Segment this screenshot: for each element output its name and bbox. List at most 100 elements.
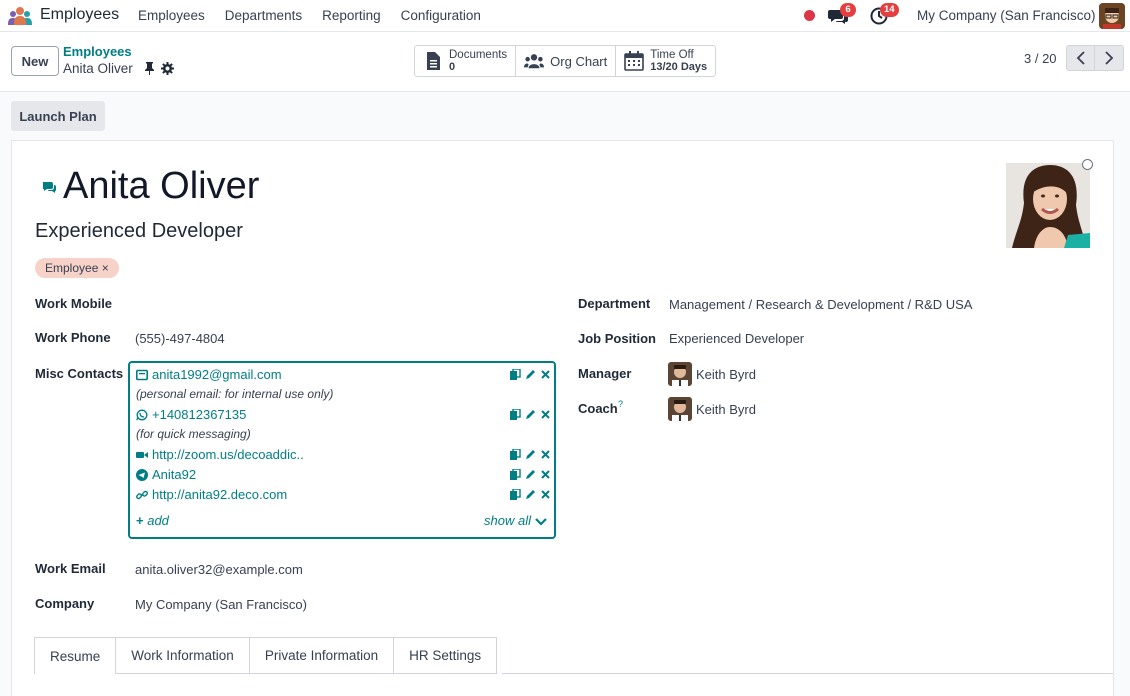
company-value[interactable]: My Company (San Francisco) xyxy=(135,597,307,612)
department-label: Department xyxy=(578,296,651,311)
document-icon xyxy=(427,52,440,70)
org-chart-label: Org Chart xyxy=(550,53,608,69)
link-icon xyxy=(136,490,148,499)
edit-pencil-icon[interactable] xyxy=(525,368,536,379)
copy-icon[interactable] xyxy=(510,368,521,380)
whatsapp-icon xyxy=(136,409,148,420)
coach-label: Coach xyxy=(578,401,618,416)
employee-name[interactable]: Anita Oliver xyxy=(63,165,259,208)
telegram-value[interactable]: Anita92 xyxy=(152,467,196,482)
chat-badge: 6 xyxy=(840,3,856,17)
plus-icon: + xyxy=(136,513,144,528)
tag-remove-icon[interactable]: × xyxy=(102,261,109,275)
remove-x-icon[interactable] xyxy=(540,488,551,499)
coach-help-icon[interactable]: ? xyxy=(618,399,623,409)
zoom-actions xyxy=(510,448,551,460)
time-off-label: Time Off xyxy=(650,49,694,61)
edit-pencil-icon[interactable] xyxy=(525,488,536,499)
tag-label: Employee xyxy=(45,261,99,275)
employee-tag[interactable]: Employee × xyxy=(35,258,119,278)
users-icon xyxy=(524,54,545,69)
email-value[interactable]: anita1992@gmail.com xyxy=(152,367,282,382)
chevron-left-icon xyxy=(1076,51,1085,65)
pager-value[interactable]: 3 / 20 xyxy=(1024,51,1057,66)
employee-photo[interactable] xyxy=(1006,163,1090,248)
email-icon xyxy=(136,369,148,380)
edit-pencil-icon[interactable] xyxy=(525,468,536,479)
job-position-value[interactable]: Experienced Developer xyxy=(669,331,804,346)
copy-icon[interactable] xyxy=(510,448,521,460)
contact-telegram[interactable]: Anita92 xyxy=(136,467,196,482)
pin-icon[interactable] xyxy=(144,62,155,75)
coach-avatar[interactable] xyxy=(668,397,692,421)
contact-whatsapp[interactable]: +140812367135 xyxy=(136,407,246,422)
launch-plan-button[interactable]: Launch Plan xyxy=(11,101,105,131)
contact-website[interactable]: http://anita92.deco.com xyxy=(136,487,287,502)
app-name[interactable]: Employees xyxy=(40,6,119,24)
work-phone-value[interactable]: (555)-497-4804 xyxy=(135,331,225,346)
contact-zoom[interactable]: http://zoom.us/decoaddic.. xyxy=(136,447,304,462)
breadcrumb-parent[interactable]: Employees xyxy=(63,44,132,59)
contact-email[interactable]: anita1992@gmail.com xyxy=(136,367,282,382)
org-chart-button[interactable]: Org Chart xyxy=(516,46,617,76)
form-tabs: Resume Work Information Private Informat… xyxy=(34,637,498,674)
remove-x-icon[interactable] xyxy=(540,468,551,479)
gear-icon[interactable] xyxy=(161,62,174,75)
new-button[interactable]: New xyxy=(11,46,59,76)
email-note: (personal email: for internal use only) xyxy=(136,387,334,401)
menu-reporting[interactable]: Reporting xyxy=(322,8,381,23)
tab-resume[interactable]: Resume xyxy=(34,637,117,674)
documents-button[interactable]: Documents 0 xyxy=(415,46,517,76)
tab-hr-settings[interactable]: HR Settings xyxy=(394,637,498,674)
tab-private-information[interactable]: Private Information xyxy=(249,637,395,674)
whatsapp-value[interactable]: +140812367135 xyxy=(152,407,246,422)
remove-x-icon[interactable] xyxy=(540,368,551,379)
job-title[interactable]: Experienced Developer xyxy=(35,220,243,243)
edit-pencil-icon[interactable] xyxy=(525,408,536,419)
company-switcher[interactable]: My Company (San Francisco) xyxy=(917,8,1096,23)
time-off-button[interactable]: Time Off 13/20 Days xyxy=(616,46,715,76)
job-position-label: Job Position xyxy=(578,331,656,346)
status-dot-icon[interactable] xyxy=(804,10,815,21)
chevron-down-icon xyxy=(534,517,547,526)
misc-contacts-widget: anita1992@gmail.com (personal email: for… xyxy=(128,361,556,539)
pager-buttons xyxy=(1066,45,1124,71)
copy-icon[interactable] xyxy=(510,408,521,420)
employees-app-icon[interactable] xyxy=(8,6,32,26)
pager-previous-button[interactable] xyxy=(1066,45,1095,71)
manager-value[interactable]: Keith Byrd xyxy=(696,367,756,382)
chevron-right-icon xyxy=(1105,51,1114,65)
copy-icon[interactable] xyxy=(510,468,521,480)
tab-work-information[interactable]: Work Information xyxy=(116,637,250,674)
control-panel: New Employees Anita Oliver Documents 0 O… xyxy=(0,32,1130,92)
coach-value[interactable]: Keith Byrd xyxy=(696,402,756,417)
manager-label: Manager xyxy=(578,366,632,381)
pager-next-button[interactable] xyxy=(1095,45,1124,71)
whatsapp-note: (for quick messaging) xyxy=(136,427,251,441)
telegram-icon xyxy=(136,468,148,481)
user-avatar[interactable] xyxy=(1099,3,1125,29)
menu-departments[interactable]: Departments xyxy=(225,8,302,23)
show-all-button[interactable]: show all xyxy=(484,513,547,528)
documents-count: 0 xyxy=(449,61,456,73)
website-value[interactable]: http://anita92.deco.com xyxy=(152,487,287,502)
menu-employees[interactable]: Employees xyxy=(138,8,205,23)
manager-avatar[interactable] xyxy=(668,362,692,386)
menu-configuration[interactable]: Configuration xyxy=(401,8,481,23)
tab-divider xyxy=(502,673,1113,674)
chat-bubble-icon[interactable] xyxy=(42,181,56,193)
show-all-label: show all xyxy=(484,513,531,528)
copy-icon[interactable] xyxy=(510,488,521,500)
edit-pencil-icon[interactable] xyxy=(525,448,536,459)
website-actions xyxy=(510,488,551,500)
work-email-value[interactable]: anita.oliver32@example.com xyxy=(135,562,303,577)
activity-badge: 14 xyxy=(880,3,899,17)
zoom-value[interactable]: http://zoom.us/decoaddic.. xyxy=(152,447,304,462)
add-contact-button[interactable]: + add xyxy=(136,513,169,528)
remove-x-icon[interactable] xyxy=(540,448,551,459)
department-value[interactable]: Management / Research & Development / R&… xyxy=(669,297,972,312)
documents-label: Documents xyxy=(449,49,508,61)
work-email-label: Work Email xyxy=(35,561,106,576)
calendar-icon xyxy=(624,51,645,71)
remove-x-icon[interactable] xyxy=(540,408,551,419)
